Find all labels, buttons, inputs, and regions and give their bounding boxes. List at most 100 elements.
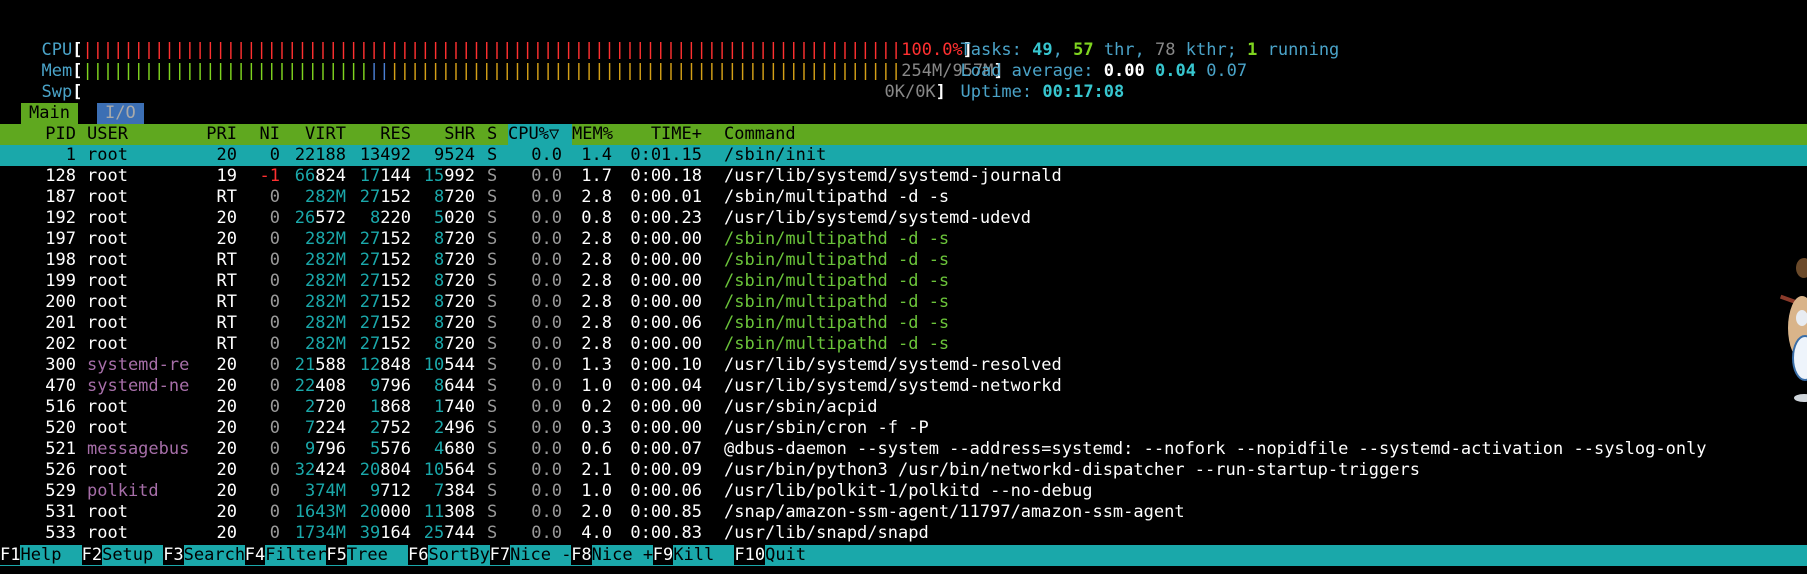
fkey-f9[interactable]: F9Kill bbox=[652, 545, 735, 566]
process-row[interactable]: 192 root 20 0 26572 8220 5020 S 0.0 0.8 0:00.23/us… bbox=[0, 208, 1807, 229]
process-row[interactable]: 199 root RT 0 282M 27152 8720 S 0.0 2.8 0:00.00/sb… bbox=[0, 271, 1807, 292]
process-row[interactable]: 197 root 20 0 282M 27152 8720 S 0.0 2.8 0:00.00/sb… bbox=[0, 229, 1807, 250]
col-ni[interactable]: NI bbox=[250, 124, 280, 145]
process-row[interactable]: 300 systemd-re 20 0 21588 12848 10544 S 0.0 1.3 0:… bbox=[0, 355, 1807, 376]
cell-s: S bbox=[487, 355, 498, 375]
cell-res: 13492 bbox=[359, 145, 411, 165]
col-user[interactable]: USER bbox=[87, 124, 128, 145]
cell-pri: 20 bbox=[216, 523, 237, 543]
cell-s: S bbox=[487, 418, 498, 438]
cell-mem: 1.7 bbox=[581, 166, 612, 186]
cell-mem: 1.0 bbox=[581, 376, 612, 396]
cell-pri: 20 bbox=[216, 439, 237, 459]
cell-pid: 516 bbox=[45, 397, 76, 417]
cell-s: S bbox=[487, 250, 498, 270]
cell-res: 20804 bbox=[359, 460, 411, 480]
fkey-f5[interactable]: F5Tree bbox=[326, 545, 409, 566]
cell-mem: 1.3 bbox=[581, 355, 612, 375]
fkey-f3[interactable]: F3Search bbox=[163, 545, 246, 566]
cell-time: 0:00.00 bbox=[630, 250, 702, 270]
cell-command: /sbin/multipathd -d -s bbox=[724, 313, 950, 333]
cell-command: /sbin/multipathd -d -s bbox=[724, 187, 950, 207]
cell-pid: 187 bbox=[45, 187, 76, 207]
process-row[interactable]: 520 root 20 0 7224 2752 2496 S 0.0 0.3 0:00.00/usr… bbox=[0, 418, 1807, 439]
cell-user: root bbox=[87, 313, 128, 333]
fkey-label: Setup bbox=[102, 545, 164, 566]
cell-ni: 0 bbox=[269, 439, 280, 459]
process-row[interactable]: 470 systemd-ne 20 0 22408 9796 8644 S 0.0 1.0 0:00… bbox=[0, 376, 1807, 397]
fkey-f7[interactable]: F7Nice - bbox=[489, 545, 572, 566]
col-virt[interactable]: VIRT bbox=[290, 124, 346, 145]
cell-pri: 20 bbox=[216, 355, 237, 375]
cell-pri: 20 bbox=[216, 397, 237, 417]
cell-mem: 2.8 bbox=[581, 229, 612, 249]
process-row[interactable]: 516 root 20 0 2720 1868 1740 S 0.0 0.2 0:00.00/usr… bbox=[0, 397, 1807, 418]
cell-pri: RT bbox=[216, 334, 237, 354]
fkey-f1[interactable]: F1Help bbox=[0, 545, 82, 566]
process-row[interactable]: 187 root RT 0 282M 27152 8720 S 0.0 2.8 0:00.01/sb… bbox=[0, 187, 1807, 208]
cell-res: 2752 bbox=[370, 418, 411, 438]
process-row[interactable]: 201 root RT 0 282M 27152 8720 S 0.0 2.8 0:00.06/sb… bbox=[0, 313, 1807, 334]
fkey-f10[interactable]: F10Quit bbox=[734, 545, 1807, 566]
process-row[interactable]: 198 root RT 0 282M 27152 8720 S 0.0 2.8 0:00.00/sb… bbox=[0, 250, 1807, 271]
tab-io[interactable]: I/O bbox=[97, 103, 144, 124]
cell-command: /sbin/multipathd -d -s bbox=[724, 250, 950, 270]
cell-user: root bbox=[87, 187, 128, 207]
cell-s: S bbox=[487, 397, 498, 417]
cell-cpu: 0.0 bbox=[531, 313, 562, 333]
cell-user: root bbox=[87, 397, 128, 417]
fkey-key: F6 bbox=[408, 545, 429, 565]
col-cpu-sorted[interactable]: CPU%▽ bbox=[508, 124, 572, 145]
process-row[interactable]: 533 root 20 0 1734M 39164 25744 S 0.0 4.0 0:00.83 /… bbox=[0, 523, 1807, 544]
process-row[interactable]: 531 root 20 0 1643M 20000 11308 S 0.0 2.0 0:00.85 /… bbox=[0, 502, 1807, 523]
cell-virt: 66824 bbox=[294, 166, 346, 186]
process-row[interactable]: 526 root 20 0 32424 20804 10564 S 0.0 2.1 0:00.09 /… bbox=[0, 460, 1807, 481]
cell-ni: 0 bbox=[269, 250, 280, 270]
process-row[interactable]: 202 root RT 0 282M 27152 8720 S 0.0 2.8 0:00.00/sb… bbox=[0, 334, 1807, 355]
cell-user: systemd-ne bbox=[87, 376, 190, 396]
cell-s: S bbox=[487, 208, 498, 228]
cell-mem: 0.6 bbox=[581, 439, 612, 459]
col-pid[interactable]: PID bbox=[0, 124, 76, 145]
cell-shr: 4680 bbox=[434, 439, 475, 459]
tab-main[interactable]: Main bbox=[21, 103, 78, 124]
process-row[interactable]: 128 root 19 -1 66824 17144 15992 S 0.0 1.7 0:00.18… bbox=[0, 166, 1807, 187]
col-time[interactable]: TIME+ bbox=[620, 124, 702, 145]
process-row[interactable]: 529 polkitd 20 0 374M 9712 7384 S 0.0 1.0 0:00.06 /… bbox=[0, 481, 1807, 502]
cell-pid: 526 bbox=[45, 460, 76, 480]
cell-pid: 1 bbox=[65, 145, 76, 165]
fkey-f8[interactable]: F8Nice + bbox=[571, 545, 654, 566]
process-row[interactable]: 1 root 20 0 22188 13492 9524 S 0.0 1.4 0:01.15/sbi… bbox=[0, 145, 1807, 166]
col-mem[interactable]: MEM% bbox=[572, 124, 613, 145]
cell-command: /usr/lib/systemd/systemd-networkd bbox=[724, 376, 1062, 396]
col-pri[interactable]: PRI bbox=[196, 124, 237, 145]
cell-user: systemd-re bbox=[87, 355, 190, 375]
fkey-key: F2 bbox=[81, 545, 103, 565]
process-row[interactable]: 521 messagebus 20 0 9796 5576 4680 S 0.0 0.6 0:00.… bbox=[0, 439, 1807, 460]
fkey-f2[interactable]: F2Setup bbox=[81, 545, 164, 566]
cell-pri: RT bbox=[216, 187, 237, 207]
cell-user: root bbox=[87, 208, 128, 228]
cell-ni: 0 bbox=[269, 208, 280, 228]
col-state[interactable]: S bbox=[487, 124, 497, 145]
cell-command: /usr/sbin/cron -f -P bbox=[724, 418, 929, 438]
cell-ni: 0 bbox=[269, 187, 280, 207]
process-row[interactable]: 200 root RT 0 282M 27152 8720 S 0.0 2.8 0:00.00/sb… bbox=[0, 292, 1807, 313]
tab-io-label: I/O bbox=[105, 103, 136, 123]
fkey-key: F1 bbox=[0, 545, 21, 565]
fkey-f4[interactable]: F4Filter bbox=[244, 545, 327, 566]
col-shr[interactable]: SHR bbox=[420, 124, 475, 145]
cell-command: /sbin/init bbox=[724, 145, 827, 165]
cell-ni: 0 bbox=[269, 334, 280, 354]
col-command[interactable]: Command bbox=[724, 124, 796, 145]
cell-pid: 521 bbox=[45, 439, 76, 459]
cell-user: polkitd bbox=[87, 481, 159, 501]
cell-cpu: 0.0 bbox=[531, 166, 562, 186]
cell-mem: 2.1 bbox=[581, 460, 612, 480]
cell-user: root bbox=[87, 229, 128, 249]
fkey-f6[interactable]: F6SortBy bbox=[408, 545, 490, 566]
col-res[interactable]: RES bbox=[356, 124, 411, 145]
running-count: 1 bbox=[1247, 40, 1258, 60]
cell-time: 0:00.10 bbox=[630, 355, 702, 375]
cell-time: 0:00.18 bbox=[630, 166, 702, 186]
